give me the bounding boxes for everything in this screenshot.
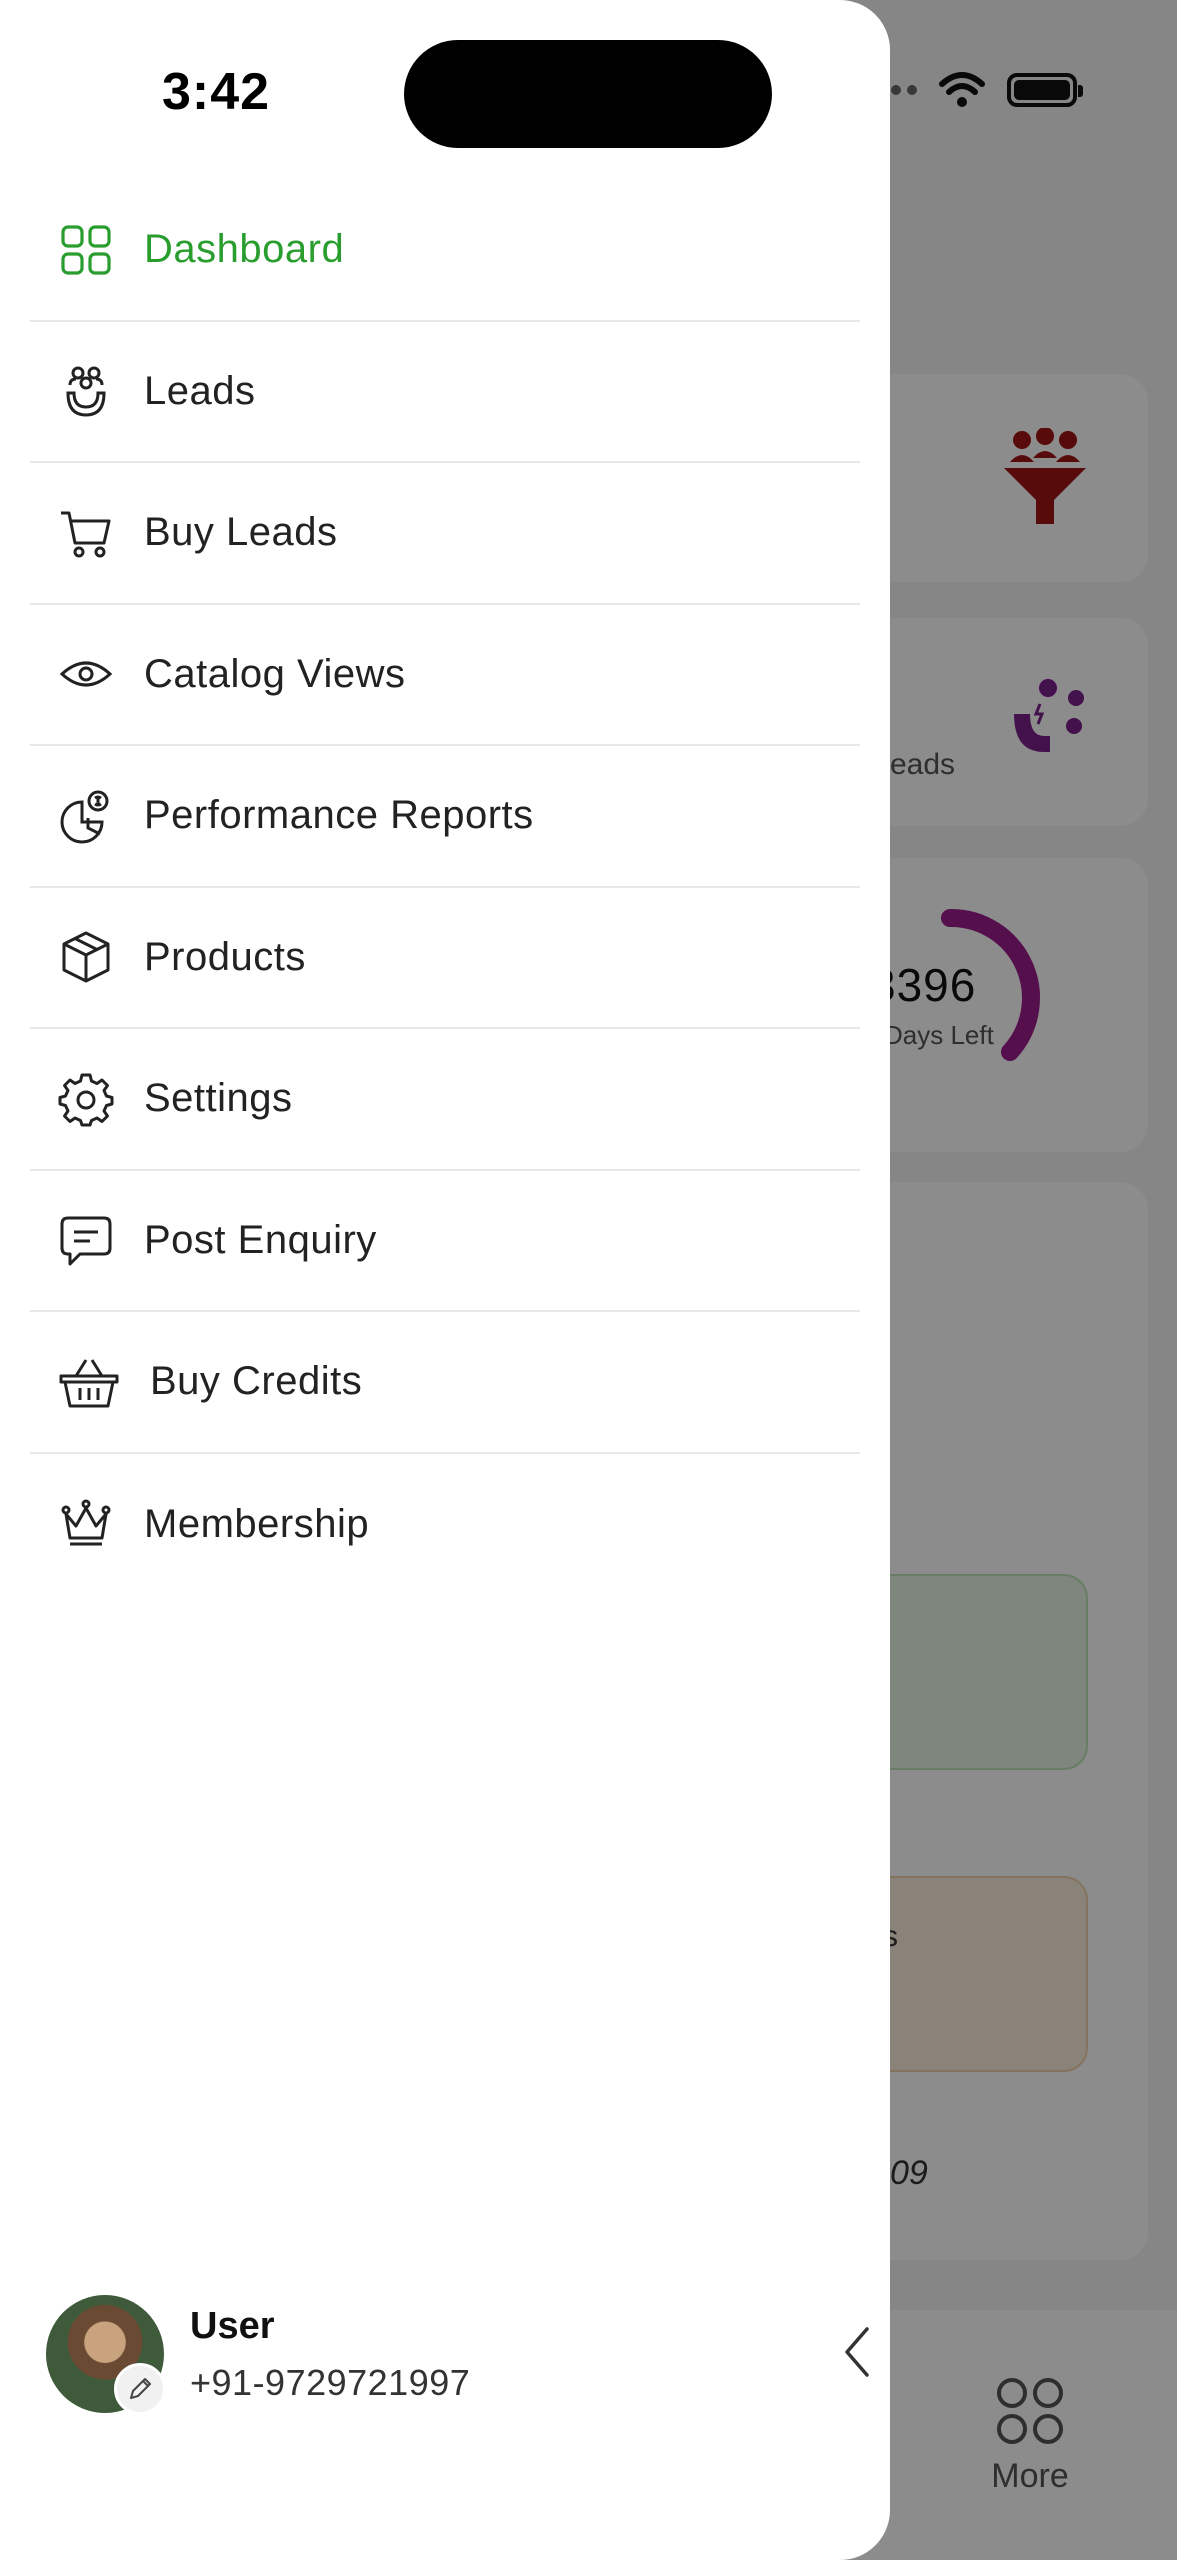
menu-item-leads[interactable]: Leads xyxy=(30,322,860,463)
avatar[interactable] xyxy=(46,2295,166,2415)
menu-label-performance-reports: Performance Reports xyxy=(144,793,534,838)
menu-label-dashboard: Dashboard xyxy=(144,227,345,272)
menu-item-dashboard[interactable]: Dashboard xyxy=(30,180,860,322)
menu-label-buy-credits: Buy Credits xyxy=(150,1359,363,1404)
menu-label-catalog-views: Catalog Views xyxy=(144,651,406,696)
chevron-left-icon xyxy=(845,2327,869,2377)
menu-label-post-enquiry: Post Enquiry xyxy=(144,1217,377,1262)
menu-item-post-enquiry[interactable]: Post Enquiry xyxy=(30,1171,860,1312)
menu-item-performance-reports[interactable]: Performance Reports xyxy=(30,746,860,888)
menu-item-membership[interactable]: Membership xyxy=(30,1454,860,1596)
crown-icon xyxy=(58,1496,114,1552)
profile-section: User +91-9729721997 xyxy=(46,2294,869,2415)
menu-item-products[interactable]: Products xyxy=(30,888,860,1029)
menu-item-buy-credits[interactable]: Buy Credits xyxy=(30,1312,860,1454)
drawer-menu: Dashboard Leads Buy Leads Catalog Views … xyxy=(30,180,860,1595)
basket-icon xyxy=(58,1354,120,1410)
side-drawer: 3:42 Dashboard Leads Buy Leads Catalog V… xyxy=(0,0,890,2560)
menu-item-catalog-views[interactable]: Catalog Views xyxy=(30,605,860,746)
gear-icon xyxy=(58,1071,114,1127)
menu-item-settings[interactable]: Settings xyxy=(30,1029,860,1171)
menu-label-buy-leads: Buy Leads xyxy=(144,510,338,555)
profile-name: User xyxy=(190,2304,275,2347)
menu-item-buy-leads[interactable]: Buy Leads xyxy=(30,463,860,605)
grid-icon xyxy=(58,222,114,278)
menu-label-settings: Settings xyxy=(144,1076,293,1121)
close-drawer-button[interactable] xyxy=(826,2322,886,2382)
pencil-icon xyxy=(130,2378,151,2399)
edit-avatar-button[interactable] xyxy=(114,2363,166,2415)
cart-icon xyxy=(58,505,114,561)
status-time: 3:42 xyxy=(162,63,271,121)
pie-chart-icon xyxy=(58,788,114,844)
leads-icon xyxy=(58,363,114,419)
profile-phone: +91-9729721997 xyxy=(190,2361,471,2403)
eye-icon xyxy=(58,646,114,702)
dynamic-island xyxy=(404,40,772,148)
menu-label-products: Products xyxy=(144,934,306,979)
box-icon xyxy=(58,929,114,985)
message-icon xyxy=(58,1212,114,1268)
menu-label-membership: Membership xyxy=(144,1501,370,1546)
menu-label-leads: Leads xyxy=(144,368,256,413)
